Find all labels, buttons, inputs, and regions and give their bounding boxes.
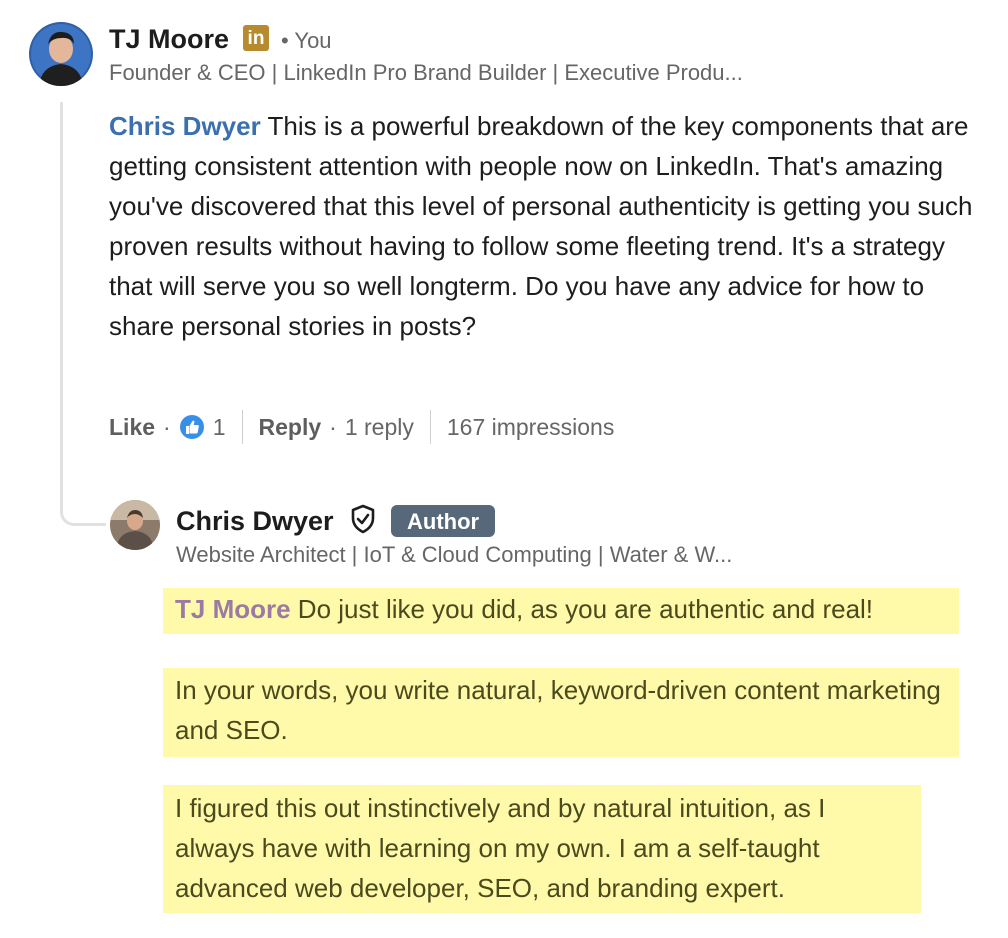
- separator-dot: ·: [329, 413, 337, 440]
- author-badge: Author: [391, 505, 496, 537]
- linkedin-icon: in: [243, 25, 269, 51]
- comment-text: Chris Dwyer This is a powerful breakdown…: [109, 106, 989, 346]
- comment-actions: Like · 1 Reply · 1 reply 167 impressions: [109, 409, 614, 445]
- reply-button[interactable]: Reply: [259, 414, 322, 441]
- separator-dot: ·: [163, 413, 171, 440]
- mention-link[interactable]: TJ Moore: [175, 594, 291, 624]
- shield-check-icon: [350, 504, 376, 534]
- divider: [429, 410, 431, 444]
- mention-link[interactable]: Chris Dwyer: [109, 111, 261, 141]
- thread-connector: [60, 102, 106, 526]
- divider: [241, 410, 243, 444]
- reply-text-1: Do just like you did, as you are authent…: [290, 594, 874, 624]
- like-button[interactable]: Like: [109, 414, 155, 441]
- comment-author-name[interactable]: TJ Moore: [109, 24, 229, 55]
- comment-author-headline: Founder & CEO | LinkedIn Pro Brand Build…: [109, 60, 743, 85]
- reply-paragraph-1: TJ Moore Do just like you did, as you ar…: [163, 588, 959, 634]
- like-count[interactable]: 1: [213, 414, 226, 441]
- reply-author-headline: Website Architect | IoT & Cloud Computin…: [176, 542, 733, 567]
- thumbs-up-icon[interactable]: [179, 414, 205, 440]
- reply-paragraph-2: In your words, you write natural, keywor…: [163, 668, 959, 757]
- comment-body: This is a powerful breakdown of the key …: [109, 111, 973, 341]
- reply-paragraph-3: I figured this out instinctively and by …: [163, 785, 921, 913]
- reply-author-name[interactable]: Chris Dwyer: [176, 506, 334, 537]
- impressions-count[interactable]: 167 impressions: [447, 414, 614, 441]
- reply-text-3: I figured this out instinctively and by …: [175, 793, 826, 903]
- reply-count[interactable]: 1 reply: [345, 414, 414, 441]
- reply-text-2: In your words, you write natural, keywor…: [175, 675, 941, 745]
- avatar-tj-moore[interactable]: [29, 22, 93, 86]
- avatar-chris-dwyer[interactable]: [110, 500, 160, 550]
- you-label: • You: [281, 28, 332, 53]
